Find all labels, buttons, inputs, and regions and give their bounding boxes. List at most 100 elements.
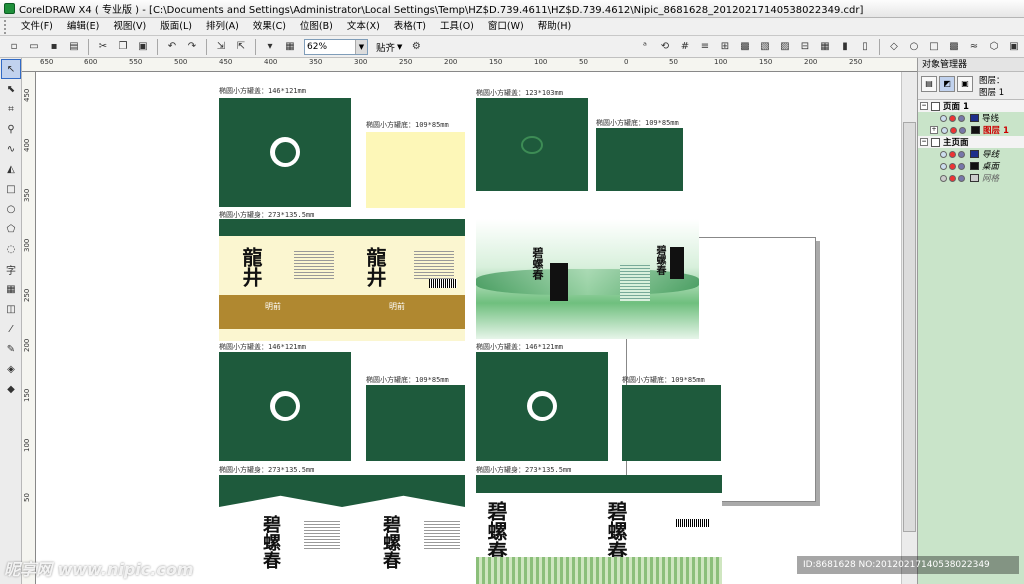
outline-tool-icon[interactable]: ✎ — [2, 340, 20, 358]
eye-icon[interactable] — [940, 174, 947, 182]
tin-lid-artwork[interactable] — [476, 352, 608, 461]
group-icon[interactable]: ▩ — [737, 39, 753, 55]
export-icon[interactable]: ⇱ — [233, 39, 249, 55]
extrude-icon[interactable]: ⬡ — [986, 39, 1002, 55]
menu-text[interactable]: 文本(X) — [340, 18, 387, 36]
eyedropper-tool-icon[interactable]: ⁄ — [2, 320, 20, 338]
lock-icon[interactable] — [958, 162, 965, 170]
welcome-icon[interactable]: ▦ — [282, 39, 298, 55]
circle-icon[interactable]: ○ — [906, 39, 922, 55]
transform-icon[interactable]: ⟲ — [657, 39, 673, 55]
grid-icon[interactable]: # — [677, 39, 693, 55]
basic-shapes-icon[interactable]: ◌ — [2, 240, 20, 258]
menu-table[interactable]: 表格(T) — [387, 18, 433, 36]
eye-icon[interactable] — [941, 126, 948, 134]
palette-icon[interactable]: ▩ — [946, 39, 962, 55]
ungroup-icon[interactable]: ▧ — [757, 39, 773, 55]
vertical-scrollbar[interactable] — [901, 72, 917, 584]
table-icon[interactable]: ▦ — [817, 39, 833, 55]
zoom-tool-icon[interactable]: ⚲ — [2, 120, 20, 138]
menu-file[interactable]: 文件(F) — [14, 18, 60, 36]
to-back-icon[interactable]: ▯ — [857, 39, 873, 55]
text-tool-icon[interactable]: 字 — [2, 260, 20, 278]
tin-body-green-landscape[interactable]: 碧螺春 碧螺春 — [476, 219, 699, 339]
collapse-icon[interactable]: − — [920, 102, 928, 110]
print-toggle-icon[interactable] — [949, 162, 956, 170]
square-icon[interactable]: □ — [926, 39, 942, 55]
zoom-out-icon[interactable]: ᵃ — [637, 39, 653, 55]
zoom-level-select[interactable]: 62% ▼ — [304, 38, 368, 55]
print-toggle-icon[interactable] — [949, 150, 956, 158]
layer-row[interactable]: 桌面 — [918, 160, 1024, 172]
pick-tool-icon[interactable]: ↖ — [1, 59, 21, 79]
master-page-row[interactable]: − 主页面 — [918, 136, 1024, 148]
copy-icon[interactable]: ❐ — [115, 39, 131, 55]
tin-body-biluochun[interactable]: 碧螺春 碧螺春 — [219, 475, 465, 584]
vertical-ruler[interactable]: 450 400 350 300 250 200 150 100 50 — [22, 72, 36, 584]
tin-lid-artwork[interactable] — [219, 98, 351, 207]
options-icon[interactable]: ⚙ — [408, 39, 424, 55]
redo-icon[interactable]: ↷ — [184, 39, 200, 55]
lock-icon[interactable] — [958, 114, 965, 122]
break-apart-icon[interactable]: ⊟ — [797, 39, 813, 55]
horizontal-ruler[interactable]: 650 600 550 500 450 400 350 300 250 200 … — [22, 58, 917, 72]
interactive-fill-icon[interactable]: ◆ — [2, 380, 20, 398]
layer-manager-icon[interactable]: ▣ — [957, 76, 973, 92]
scrollbar-thumb[interactable] — [903, 122, 916, 532]
edit-across-layers-icon[interactable]: ◩ — [939, 76, 955, 92]
menu-effects[interactable]: 效果(C) — [246, 18, 293, 36]
combine-icon[interactable]: ▨ — [777, 39, 793, 55]
lock-icon[interactable] — [958, 150, 965, 158]
menu-help[interactable]: 帮助(H) — [531, 18, 579, 36]
node-icon[interactable]: ◇ — [886, 39, 902, 55]
drawing-canvas[interactable]: 椭圆小方罐盖：146*121mm 椭圆小方罐底：109*85mm 椭圆小方罐盖：… — [36, 72, 901, 584]
lock-icon[interactable] — [959, 126, 966, 134]
align-icon[interactable]: ≡ — [697, 39, 713, 55]
tin-base-artwork[interactable] — [596, 128, 683, 191]
save-icon[interactable]: ▪ — [46, 39, 62, 55]
tin-base-artwork[interactable] — [366, 132, 465, 208]
menu-edit[interactable]: 编辑(E) — [60, 18, 106, 36]
tin-body-biluochun-green[interactable]: 碧螺春 碧螺春 — [476, 475, 722, 584]
page-row[interactable]: − 页面 1 — [918, 100, 1024, 112]
show-properties-icon[interactable]: ▤ — [921, 76, 937, 92]
eye-icon[interactable] — [940, 162, 947, 170]
cut-icon[interactable]: ✂ — [95, 39, 111, 55]
shape-tool-icon[interactable]: ⬉ — [2, 80, 20, 98]
crop-tool-icon[interactable]: ⌗ — [2, 100, 20, 118]
ellipse-tool-icon[interactable]: ○ — [2, 200, 20, 218]
menu-tools[interactable]: 工具(O) — [433, 18, 481, 36]
print-toggle-icon[interactable] — [949, 174, 956, 182]
tin-lid-artwork[interactable] — [219, 352, 351, 461]
freehand-tool-icon[interactable]: ∿ — [2, 140, 20, 158]
eye-icon[interactable] — [940, 114, 947, 122]
eye-icon[interactable] — [940, 150, 947, 158]
bitmap-icon[interactable]: ▣ — [1006, 39, 1022, 55]
table-tool-icon[interactable]: ▦ — [2, 280, 20, 298]
layer-row[interactable]: 导线 — [918, 148, 1024, 160]
fill-tool-icon[interactable]: ◈ — [2, 360, 20, 378]
envelope-icon[interactable]: ≈ — [966, 39, 982, 55]
import-icon[interactable]: ⇲ — [213, 39, 229, 55]
print-toggle-icon[interactable] — [949, 114, 956, 122]
menu-window[interactable]: 窗口(W) — [481, 18, 531, 36]
layer-row[interactable]: 导线 — [918, 112, 1024, 124]
distribute-icon[interactable]: ⊞ — [717, 39, 733, 55]
polygon-tool-icon[interactable]: ⬠ — [2, 220, 20, 238]
expand-icon[interactable]: + — [930, 126, 938, 134]
menu-arrange[interactable]: 排列(A) — [199, 18, 246, 36]
app-launcher-icon[interactable]: ▾ — [262, 39, 278, 55]
menu-view[interactable]: 视图(V) — [106, 18, 153, 36]
interactive-blend-icon[interactable]: ◫ — [2, 300, 20, 318]
undo-icon[interactable]: ↶ — [164, 39, 180, 55]
open-icon[interactable]: ▭ — [26, 39, 42, 55]
new-icon[interactable]: ▫ — [6, 39, 22, 55]
menu-layout[interactable]: 版面(L) — [153, 18, 199, 36]
print-icon[interactable]: ▤ — [66, 39, 82, 55]
snap-to-button[interactable]: 贴齐 ▼ — [372, 40, 406, 54]
menu-bitmaps[interactable]: 位图(B) — [293, 18, 340, 36]
tin-lid-artwork[interactable] — [476, 98, 588, 191]
to-front-icon[interactable]: ▮ — [837, 39, 853, 55]
rectangle-tool-icon[interactable]: □ — [2, 180, 20, 198]
tin-base-artwork[interactable] — [622, 385, 721, 461]
